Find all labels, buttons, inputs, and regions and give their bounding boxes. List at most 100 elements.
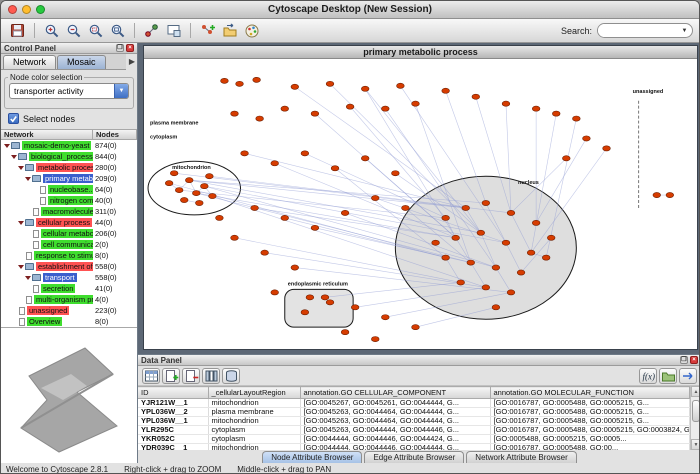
network-node[interactable] — [256, 116, 264, 121]
network-node[interactable] — [442, 88, 450, 93]
select-attributes-button[interactable] — [142, 368, 160, 384]
network-node[interactable] — [653, 192, 661, 197]
expand-triangle-icon[interactable] — [11, 155, 17, 159]
column-header[interactable]: _cellularLayoutRegion — [208, 387, 300, 399]
network-node[interactable] — [351, 305, 359, 310]
zoom-selected-button[interactable] — [85, 21, 106, 41]
network-node[interactable] — [542, 255, 550, 260]
network-node[interactable] — [236, 81, 244, 86]
network-node[interactable] — [442, 255, 450, 260]
new-network-button[interactable] — [197, 21, 218, 41]
scrollbar-thumb[interactable] — [692, 400, 700, 422]
network-node[interactable] — [216, 215, 224, 220]
network-node[interactable] — [532, 220, 540, 225]
tree-item[interactable]: multi-organism pro...4(0) — [1, 294, 137, 305]
network-frame-title[interactable]: primary metabolic process — [144, 46, 697, 59]
network-node[interactable] — [311, 225, 319, 230]
table-scrollbar[interactable]: ▲ ▼ — [690, 386, 700, 450]
scroll-up-arrow-icon[interactable]: ▲ — [691, 386, 700, 397]
search-input[interactable] — [598, 24, 678, 37]
network-node[interactable] — [467, 260, 475, 265]
network-node[interactable] — [165, 181, 173, 186]
import-network-button[interactable] — [219, 21, 240, 41]
zoom-in-button[interactable] — [41, 21, 62, 41]
save-session-button[interactable] — [7, 21, 28, 41]
tree-item[interactable]: cell communica...2(0) — [1, 239, 137, 250]
network-node[interactable] — [457, 280, 465, 285]
network-node[interactable] — [371, 336, 379, 341]
network-node[interactable] — [482, 285, 490, 290]
table-row[interactable]: YDR039C__1mitochondrion[GO:0044444, GO:0… — [138, 444, 689, 451]
network-node[interactable] — [583, 136, 591, 141]
tree-item[interactable]: nucleobase...64(0) — [1, 184, 137, 195]
tree-item[interactable]: establishment of lo...558(0) — [1, 261, 137, 272]
network-node[interactable] — [502, 101, 510, 106]
network-node[interactable] — [507, 210, 515, 215]
network-node[interactable] — [180, 197, 188, 202]
network-node[interactable] — [281, 106, 289, 111]
create-attribute-button[interactable] — [162, 368, 180, 384]
column-header[interactable]: annotation.GO CELLULAR_COMPONENT — [300, 387, 490, 399]
network-node[interactable] — [170, 171, 178, 176]
network-node[interactable] — [477, 230, 485, 235]
network-node[interactable] — [271, 290, 279, 295]
formula-builder-button[interactable]: f(x) — [639, 368, 657, 384]
network-node[interactable] — [271, 161, 279, 166]
network-node[interactable] — [175, 188, 183, 193]
network-node[interactable] — [331, 166, 339, 171]
network-node[interactable] — [412, 101, 420, 106]
network-node[interactable] — [326, 81, 334, 86]
fit-content-button[interactable] — [107, 21, 128, 41]
float-panel-button[interactable]: ❐ — [680, 356, 688, 364]
network-node[interactable] — [231, 235, 239, 240]
network-node[interactable] — [341, 330, 349, 335]
network-node[interactable] — [361, 156, 369, 161]
tree-item[interactable]: secretion41(0) — [1, 283, 137, 294]
network-overview-button[interactable] — [163, 21, 184, 41]
delete-table-button[interactable] — [222, 368, 240, 384]
select-nodes-checkbox[interactable] — [8, 113, 19, 124]
network-node[interactable] — [209, 193, 217, 198]
network-node[interactable] — [311, 111, 319, 116]
network-node[interactable] — [402, 205, 410, 210]
network-node[interactable] — [381, 315, 389, 320]
network-node[interactable] — [341, 210, 349, 215]
network-node[interactable] — [346, 104, 354, 109]
expand-triangle-icon[interactable] — [25, 177, 31, 181]
network-node[interactable] — [492, 265, 500, 270]
network-node[interactable] — [195, 200, 203, 205]
scroll-down-arrow-icon[interactable]: ▼ — [691, 439, 700, 450]
tree-item[interactable]: metabolic process280(0) — [1, 162, 137, 173]
network-node[interactable] — [532, 106, 540, 111]
tree-item[interactable]: Overview8(0) — [1, 316, 137, 327]
network-edge[interactable] — [179, 190, 445, 218]
tree-item[interactable]: cellular process44(0) — [1, 217, 137, 228]
network-node[interactable] — [482, 200, 490, 205]
tree-item[interactable]: primary metabo...209(0) — [1, 173, 137, 184]
network-node[interactable] — [492, 305, 500, 310]
network-node[interactable] — [442, 215, 450, 220]
network-node[interactable] — [192, 190, 200, 195]
network-node[interactable] — [201, 184, 209, 189]
network-node[interactable] — [291, 265, 299, 270]
network-node[interactable] — [301, 310, 309, 315]
network-node[interactable] — [381, 106, 389, 111]
tab-edge-attribute-browser[interactable]: Edge Attribute Browser — [364, 451, 464, 463]
network-node[interactable] — [517, 270, 525, 275]
network-node[interactable] — [371, 195, 379, 200]
zoom-out-button[interactable] — [63, 21, 84, 41]
tab-scroll-right-button[interactable]: ▶ — [129, 57, 135, 66]
vizmapper-button[interactable] — [241, 21, 262, 41]
network-node[interactable] — [507, 290, 515, 295]
chevron-down-icon[interactable]: ▼ — [678, 28, 691, 34]
table-row[interactable]: YPL036W__2plasma membrane[GO:0045263, GO… — [138, 408, 689, 417]
network-node[interactable] — [321, 295, 329, 300]
tree-item[interactable]: response to stimul...8(0) — [1, 250, 137, 261]
network-node[interactable] — [185, 178, 193, 183]
network-node[interactable] — [206, 174, 214, 179]
network-node[interactable] — [361, 86, 369, 91]
network-node[interactable] — [253, 77, 261, 82]
expand-triangle-icon[interactable] — [18, 221, 24, 225]
network-node[interactable] — [552, 111, 560, 116]
column-header[interactable]: ID — [138, 387, 208, 399]
